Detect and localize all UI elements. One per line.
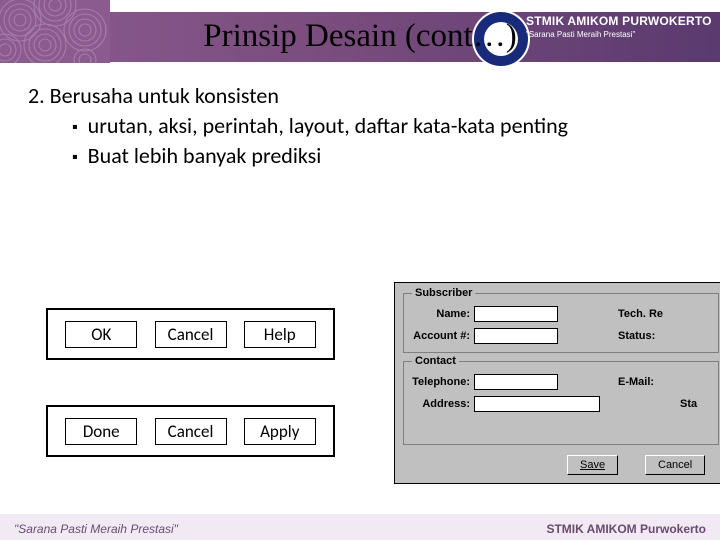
contact-group: Contact Telephone: E-Mail: Address: Sta — [403, 361, 719, 445]
form-panel: Subscriber Name: Tech. Re Account #: Sta… — [394, 282, 720, 484]
telephone-field[interactable] — [474, 374, 558, 390]
button-row-2: Done Cancel Apply — [46, 405, 335, 457]
state-label: Sta — [680, 398, 697, 410]
address-field[interactable] — [474, 396, 600, 412]
name-label: Name: — [408, 308, 470, 320]
bullet-item: urutan, aksi, perintah, layout, daftar k… — [72, 112, 688, 140]
footer-brand: STMIK AMIKOM Purwokerto — [546, 522, 706, 536]
name-field[interactable] — [474, 306, 558, 322]
slide-title: Prinsip Desain (cont…) — [0, 18, 720, 55]
email-label: E-Mail: — [618, 376, 654, 388]
cancel-button[interactable]: Cancel — [645, 455, 705, 475]
ok-button[interactable]: OK — [65, 321, 137, 348]
bullet-text: urutan, aksi, perintah, layout, daftar k… — [88, 112, 568, 139]
status-label: Status: — [618, 330, 655, 342]
contact-legend: Contact — [412, 355, 459, 367]
content-block: 2. Berusaha untuk konsisten urutan, aksi… — [28, 82, 688, 172]
subscriber-legend: Subscriber — [412, 287, 475, 299]
bullet-item: Buat lebih banyak prediksi — [72, 142, 688, 170]
section-heading: 2. Berusaha untuk konsisten — [28, 82, 688, 110]
cancel-button[interactable]: Cancel — [155, 321, 227, 348]
subscriber-group: Subscriber Name: Tech. Re Account #: Sta… — [403, 293, 719, 353]
apply-button[interactable]: Apply — [244, 418, 316, 445]
footer-quote: "Sarana Pasti Meraih Prestasi" — [14, 522, 178, 536]
save-button[interactable]: Save — [567, 455, 618, 475]
address-label: Address: — [408, 398, 470, 410]
done-button[interactable]: Done — [65, 418, 137, 445]
button-row-1: OK Cancel Help — [46, 308, 335, 360]
account-label: Account #: — [408, 330, 470, 342]
telephone-label: Telephone: — [408, 376, 470, 388]
tech-label: Tech. Re — [618, 308, 663, 320]
help-button[interactable]: Help — [244, 321, 316, 348]
account-field[interactable] — [474, 328, 558, 344]
cancel-button[interactable]: Cancel — [155, 418, 227, 445]
bullet-text: Buat lebih banyak prediksi — [88, 142, 322, 169]
